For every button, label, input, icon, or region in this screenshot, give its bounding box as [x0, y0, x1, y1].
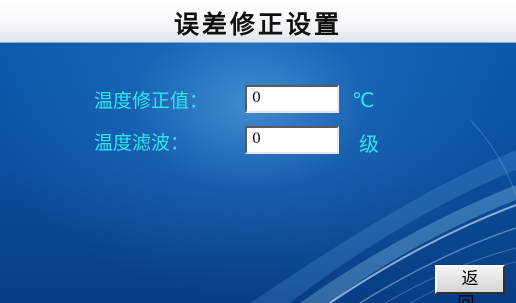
title-bar: 误差修正设置	[0, 0, 516, 43]
temp-correction-label: 温度修正值：	[94, 90, 209, 112]
page-title: 误差修正设置	[173, 10, 342, 39]
temp-correction-unit: ℃	[352, 88, 375, 112]
settings-screen: 误差修正设置 温度修正值： 0 ℃ 温度滤波： 0 级 返 回	[0, 0, 516, 303]
temp-correction-input[interactable]: 0	[245, 85, 339, 113]
temp-filter-input[interactable]: 0	[245, 126, 339, 154]
temp-filter-unit: 级	[359, 132, 379, 156]
back-button[interactable]: 返 回	[435, 265, 505, 303]
temp-filter-label: 温度滤波：	[94, 132, 190, 154]
